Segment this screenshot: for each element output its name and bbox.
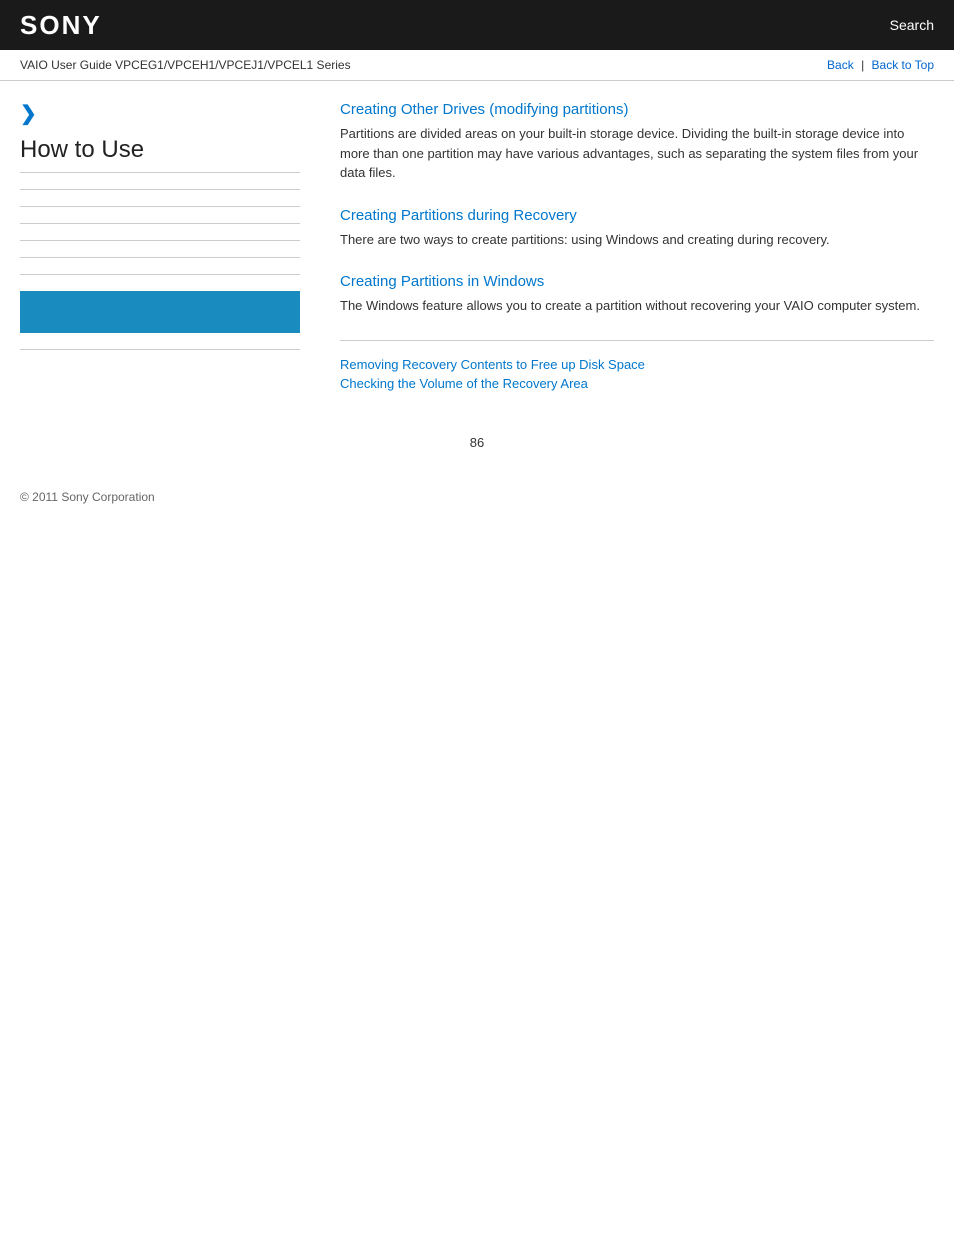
sony-logo: SONY (20, 10, 102, 41)
section-other-drives-body: Partitions are divided areas on your bui… (340, 124, 934, 183)
section-partitions-recovery: Creating Partitions during Recovery Ther… (340, 207, 934, 250)
sidebar-divider-7 (20, 349, 300, 350)
section-other-drives: Creating Other Drives (modifying partiti… (340, 101, 934, 183)
sidebar-title: How to Use (20, 136, 300, 173)
page-header: SONY Search (0, 0, 954, 50)
link-removing[interactable]: Removing Recovery Contents to Free up Di… (340, 357, 934, 372)
section-partitions-recovery-body: There are two ways to create partitions:… (340, 230, 934, 250)
section-partitions-recovery-title[interactable]: Creating Partitions during Recovery (340, 207, 934, 224)
links-section: Removing Recovery Contents to Free up Di… (340, 340, 934, 391)
section-partitions-windows: Creating Partitions in Windows The Windo… (340, 273, 934, 316)
chevron-right-icon: ❯ (20, 101, 300, 126)
search-button[interactable]: Search (890, 17, 934, 33)
section-partitions-windows-title[interactable]: Creating Partitions in Windows (340, 273, 934, 290)
link-checking[interactable]: Checking the Volume of the Recovery Area (340, 376, 934, 391)
sidebar-divider-1 (20, 189, 300, 190)
sidebar-highlight-box (20, 291, 300, 333)
sidebar-divider-3 (20, 223, 300, 224)
sidebar-divider-5 (20, 257, 300, 258)
footer: © 2011 Sony Corporation (0, 470, 954, 524)
nav-links: Back | Back to Top (827, 58, 934, 72)
page-number: 86 (0, 435, 954, 450)
copyright-text: © 2011 Sony Corporation (20, 490, 155, 504)
back-to-top-link[interactable]: Back to Top (872, 58, 934, 72)
section-other-drives-title[interactable]: Creating Other Drives (modifying partiti… (340, 101, 934, 118)
breadcrumb-bar: VAIO User Guide VPCEG1/VPCEH1/VPCEJ1/VPC… (0, 50, 954, 81)
sidebar-divider-2 (20, 206, 300, 207)
content-area: Creating Other Drives (modifying partiti… (320, 101, 934, 395)
sidebar: ❯ How to Use (20, 101, 320, 395)
back-link[interactable]: Back (827, 58, 854, 72)
sidebar-divider-6 (20, 274, 300, 275)
breadcrumb-title: VAIO User Guide VPCEG1/VPCEH1/VPCEJ1/VPC… (20, 58, 351, 72)
main-layout: ❯ How to Use Creating Other Drives (modi… (0, 81, 954, 415)
sidebar-divider-4 (20, 240, 300, 241)
section-partitions-windows-body: The Windows feature allows you to create… (340, 296, 934, 316)
